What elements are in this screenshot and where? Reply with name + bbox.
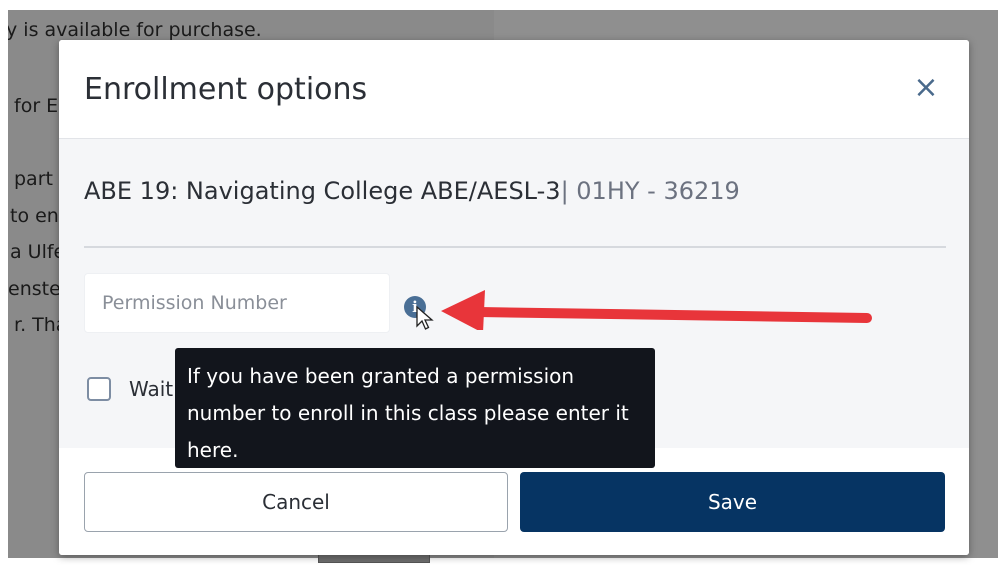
background-text-line: enste (8, 278, 61, 300)
waitlist-checkbox[interactable] (87, 377, 111, 401)
cancel-button[interactable]: Cancel (84, 472, 508, 532)
background-text-line: for E (14, 95, 59, 117)
divider (84, 246, 946, 248)
background-text-line: part (14, 168, 53, 190)
permission-number-input[interactable] (84, 273, 390, 333)
background-text-line: y is available for purchase. (8, 19, 262, 41)
course-title: ABE 19: Navigating College ABE/AESL-3| 0… (84, 177, 740, 205)
waitlist-label: Wait (129, 377, 174, 401)
background-text-line: a Ulfe (10, 241, 66, 263)
background-text-line: to en (10, 205, 59, 227)
mouse-cursor-icon (416, 306, 434, 330)
course-name: ABE 19: Navigating College ABE/AESL-3 (84, 177, 561, 205)
save-button[interactable]: Save (520, 472, 945, 532)
permission-tooltip: If you have been granted a permission nu… (175, 348, 655, 468)
close-icon[interactable]: × (911, 73, 941, 103)
modal-header: Enrollment options × (59, 40, 969, 139)
course-section: | 01HY - 36219 (560, 177, 740, 205)
modal-title: Enrollment options (84, 72, 368, 107)
annotation-arrow (441, 290, 872, 330)
enrollment-options-modal: Enrollment options × ABE 19: Navigating … (59, 40, 969, 555)
